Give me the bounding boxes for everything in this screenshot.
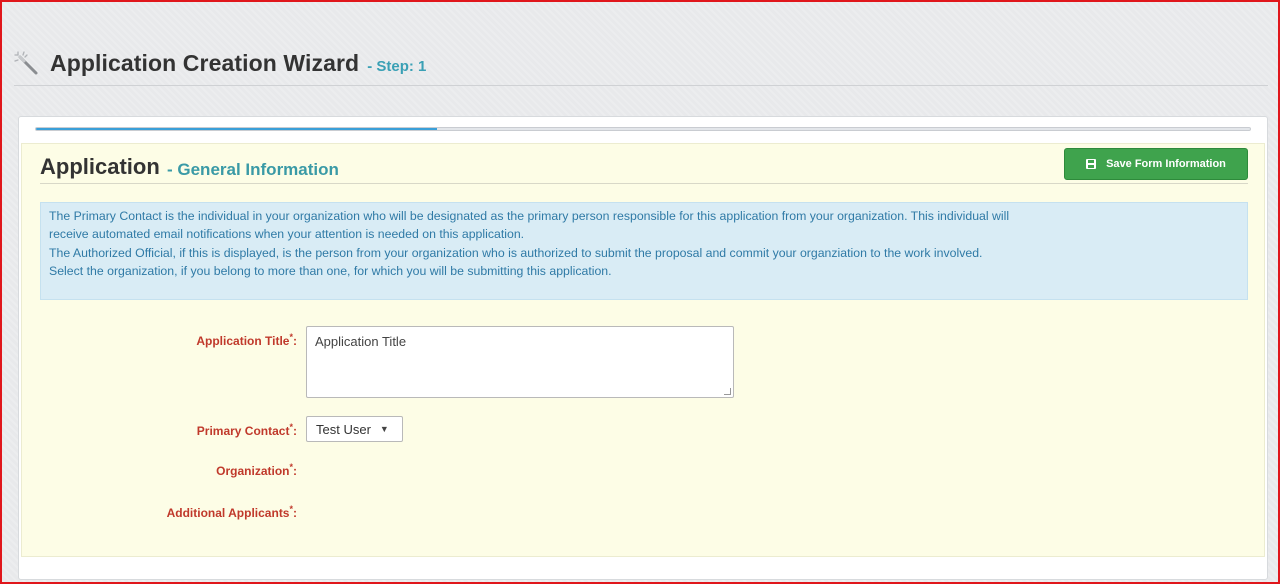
primary-contact-value: Test User [316,421,371,437]
page-step: - Step: 1 [367,57,427,75]
organization-label: Organization*: [216,462,297,478]
info-line: receive automated email notifications wh… [49,227,525,242]
application-title-value: Application Title [315,334,407,349]
additional-applicants-label: Additional Applicants*: [166,504,297,520]
info-line: The Authorized Official, if this is disp… [49,245,983,260]
resize-grip-icon[interactable] [724,388,731,395]
save-form-button[interactable]: Save Form Information [1064,148,1248,180]
wizard-progress-bar [35,127,1251,131]
application-title-input[interactable]: Application Title [306,326,734,398]
wizard-progress-fill [36,128,437,130]
section-title: Application [40,154,160,179]
page-frame: Application Creation Wizard - Step: 1 Ap… [0,0,1280,584]
info-line: Select the organization, if you belong t… [49,264,612,279]
application-title-label: Application Title*: [196,332,297,348]
page-title: Application Creation Wizard [50,50,360,76]
primary-contact-label: Primary Contact*: [196,422,297,438]
wizard-panel: Application - General Information Save F… [18,116,1268,580]
save-form-label: Save Form Information [1106,158,1226,170]
info-box: The Primary Contact is the individual in… [40,202,1248,300]
section-subtitle: - General Information [167,160,339,179]
chevron-down-icon: ▼ [379,424,389,434]
section-header: Application - General Information Save F… [40,148,1248,184]
floppy-disk-icon [1086,159,1097,169]
info-line: The Primary Contact is the individual in… [49,209,1010,223]
application-form: Application - General Information Save F… [21,143,1265,557]
magic-wand-icon [14,50,40,77]
page-header: Application Creation Wizard - Step: 1 [14,42,1268,86]
primary-contact-select[interactable]: Test User ▼ [306,416,403,442]
